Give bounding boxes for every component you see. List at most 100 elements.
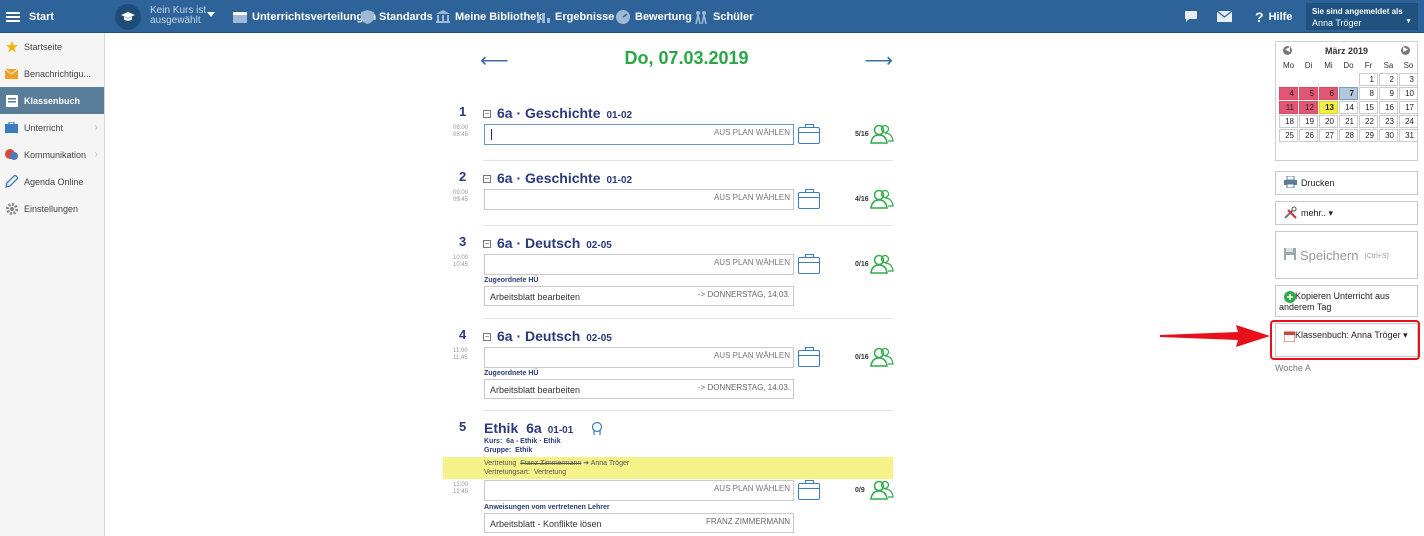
calendar-day[interactable]: 12 [1299, 101, 1318, 114]
calendar-day[interactable]: 3 [1399, 73, 1418, 86]
sidebar-item-einstellungen[interactable]: Einstellungen [0, 195, 104, 222]
calendar-day[interactable]: 17 [1399, 101, 1418, 114]
calendar-day[interactable]: 23 [1379, 115, 1398, 128]
collapse-icon[interactable]: − [483, 110, 491, 118]
choose-from-plan-link[interactable]: AUS PLAN WÄHLEN [714, 484, 790, 493]
printer-icon [1284, 175, 1297, 190]
calendar-day[interactable]: 9 [1379, 87, 1398, 100]
collapse-icon[interactable]: − [483, 240, 491, 248]
nav-schueler[interactable]: Schüler [694, 0, 753, 33]
mail-icon[interactable] [1217, 0, 1232, 33]
calendar-day[interactable]: 14 [1339, 101, 1358, 114]
briefcase-icon[interactable] [798, 480, 820, 500]
choose-from-plan-link[interactable]: AUS PLAN WÄHLEN [714, 193, 790, 202]
collapse-icon[interactable]: − [483, 175, 491, 183]
arrow-right-icon[interactable]: ⟶ [864, 48, 893, 73]
lesson-content-input[interactable]: AUS PLAN WÄHLEN [484, 124, 794, 145]
kurs-label: Kurs: [484, 438, 503, 445]
sidebar-item-klassenbuch[interactable]: Klassenbuch [0, 87, 104, 114]
more-button[interactable]: mehr.. ▾ [1275, 201, 1418, 225]
calendar-day[interactable]: 11 [1279, 101, 1298, 114]
attendance-person-icon[interactable] [870, 124, 894, 147]
calendar-day[interactable]: 22 [1359, 115, 1378, 128]
homework-entry[interactable]: Arbeitsblatt bearbeiten -> DONNERSTAG, 14… [484, 286, 794, 306]
calendar-day[interactable]: 31 [1399, 129, 1418, 142]
sidebar-item-benachrichtigungen[interactable]: Benachrichtigu... [0, 60, 104, 87]
briefcase-icon[interactable] [798, 254, 820, 274]
calendar-day[interactable]: 2 [1379, 73, 1398, 86]
calendar-day[interactable]: 28 [1339, 129, 1358, 142]
menu-start-button[interactable]: Start [6, 0, 54, 33]
calendar-day[interactable]: 30 [1379, 129, 1398, 142]
calendar-day[interactable]: 6 [1319, 87, 1338, 100]
calendar-day[interactable]: 4 [1279, 87, 1298, 100]
calendar-day [1299, 73, 1318, 86]
calendar-day[interactable]: 19 [1299, 115, 1318, 128]
briefcase-icon[interactable] [798, 124, 820, 144]
instructions-label: Anweisungen vom vertretenen Lehrer [484, 504, 610, 511]
copy-label: Kopieren Unterricht aus anderem Tag [1279, 291, 1390, 312]
calendar-day[interactable]: 26 [1299, 129, 1318, 142]
calendar-day[interactable]: 10 [1399, 87, 1418, 100]
sidebar-item-unterricht[interactable]: Unterricht › [0, 114, 104, 141]
save-button[interactable]: Speichern (Ctrl+S) [1275, 231, 1418, 279]
user-menu[interactable]: Sie sind angemeldet als Anna Tröger ▼ [1306, 3, 1418, 30]
chevron-right-icon[interactable]: ▶ [1401, 46, 1410, 55]
homework-entry[interactable]: Arbeitsblatt bearbeiten -> DONNERSTAG, 14… [484, 379, 794, 399]
sidebar-item-label: Benachrichtigu... [24, 68, 92, 79]
gruppe-value: Ethik [515, 447, 533, 454]
calendar-day[interactable]: 13 [1319, 101, 1338, 114]
calendar-day[interactable]: 8 [1359, 87, 1378, 100]
caret-down-icon[interactable] [207, 12, 215, 17]
instructions-entry[interactable]: Arbeitsblatt - Konflikte lösen FRANZ ZIMM… [484, 513, 794, 533]
calendar-day[interactable]: 25 [1279, 129, 1298, 142]
chat-icon[interactable] [1185, 0, 1199, 33]
nav-bewertung[interactable]: Bewertung [616, 0, 692, 33]
chevron-left-icon[interactable]: ◀ [1283, 46, 1292, 55]
calendar-day[interactable]: 20 [1319, 115, 1338, 128]
calendar-month: März 2019 [1324, 45, 1369, 56]
collapse-icon[interactable]: − [483, 333, 491, 341]
sidebar-item-agenda-online[interactable]: Agenda Online [0, 168, 104, 195]
calendar-day[interactable]: 1 [1359, 73, 1378, 86]
top-navigation-bar: Start Kein Kurs ist ausgewählt Unterrich… [0, 0, 1424, 33]
calendar-day[interactable]: 24 [1399, 115, 1418, 128]
briefcase-icon[interactable] [798, 347, 820, 367]
calendar-day[interactable]: 15 [1359, 101, 1378, 114]
copy-lesson-button[interactable]: Kopieren Unterricht aus anderem Tag [1275, 285, 1418, 317]
attendance-person-icon[interactable] [870, 189, 894, 212]
choose-from-plan-link[interactable]: AUS PLAN WÄHLEN [714, 128, 790, 137]
calendar-day[interactable]: 27 [1319, 129, 1338, 142]
calendar-day[interactable]: 18 [1279, 115, 1298, 128]
calendar-day[interactable]: 16 [1379, 101, 1398, 114]
attendance-person-icon[interactable] [870, 480, 894, 503]
briefcase-icon[interactable] [798, 189, 820, 209]
calendar-day[interactable]: 29 [1359, 129, 1378, 142]
calendar-day[interactable]: 7 [1339, 87, 1358, 100]
nav-label: Unterrichtsverteilungen [252, 10, 377, 23]
nav-unterrichtsverteilungen[interactable]: Unterrichtsverteilungen [233, 0, 376, 33]
choose-from-plan-link[interactable]: AUS PLAN WÄHLEN [714, 351, 790, 360]
lesson-content-input[interactable]: AUS PLAN WÄHLEN [484, 480, 794, 501]
divider [483, 318, 893, 319]
attendance-person-icon[interactable] [870, 254, 894, 277]
nav-meine-bibliothek[interactable]: Meine Bibliothek [436, 0, 542, 33]
sidebar-item-label: Agenda Online [24, 176, 84, 187]
course-selector[interactable]: Kein Kurs ist ausgewählt [150, 6, 206, 26]
info-icon[interactable] [591, 421, 603, 438]
print-button[interactable]: Drucken [1275, 171, 1418, 195]
nav-ergebnisse[interactable]: Ergebnisse [537, 0, 614, 33]
calendar-day[interactable]: 21 [1339, 115, 1358, 128]
help-button[interactable]: ? Hilfe [1255, 0, 1292, 33]
gruppe-line: Gruppe: Ethik [484, 447, 532, 454]
lesson-content-input[interactable]: AUS PLAN WÄHLEN [484, 254, 794, 275]
choose-from-plan-link[interactable]: AUS PLAN WÄHLEN [714, 258, 790, 267]
sidebar-item-kommunikation[interactable]: Kommunikation › [0, 141, 104, 168]
graduation-cap-icon[interactable] [115, 4, 141, 30]
sidebar-item-startseite[interactable]: Startseite [0, 33, 104, 60]
nav-standards[interactable]: Standards [361, 0, 433, 33]
lesson-content-input[interactable]: AUS PLAN WÄHLEN [484, 347, 794, 368]
attendance-person-icon[interactable] [870, 347, 894, 370]
lesson-content-input[interactable]: AUS PLAN WÄHLEN [484, 189, 794, 210]
calendar-day[interactable]: 5 [1299, 87, 1318, 100]
